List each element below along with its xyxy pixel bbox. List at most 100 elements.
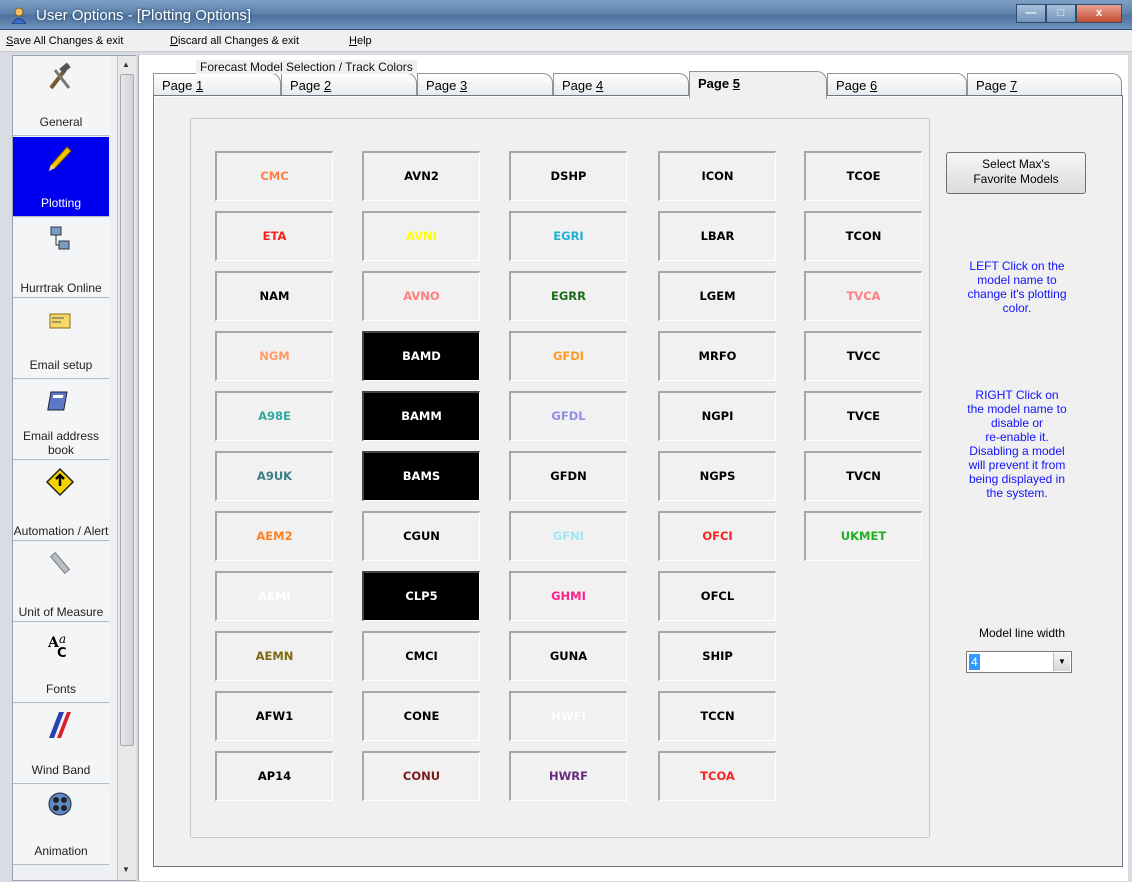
- tab-page-5[interactable]: Page 5: [689, 71, 827, 99]
- model-button-dshp[interactable]: DSHP: [509, 151, 627, 201]
- chevron-down-icon[interactable]: ▼: [1053, 653, 1070, 671]
- tab-page-1[interactable]: Page 1: [153, 73, 281, 97]
- model-button-bams[interactable]: BAMS: [362, 451, 480, 501]
- model-button-aem2[interactable]: AEM2: [215, 511, 333, 561]
- sidebar-item-unit-of-measure[interactable]: Unit of Measure: [13, 542, 109, 622]
- model-button-avno[interactable]: AVNO: [362, 271, 480, 321]
- sidebar-item-fonts[interactable]: A a C Fonts: [13, 623, 109, 703]
- tab-page-2[interactable]: Page 2: [281, 73, 417, 97]
- sidebar-item-hurrtrak-online[interactable]: Hurrtrak Online: [13, 218, 109, 298]
- close-button[interactable]: x: [1076, 4, 1122, 23]
- model-button-lgem[interactable]: LGEM: [658, 271, 776, 321]
- model-button-nam[interactable]: NAM: [215, 271, 333, 321]
- model-button-ngps[interactable]: NGPS: [658, 451, 776, 501]
- model-button-ofci[interactable]: OFCI: [658, 511, 776, 561]
- help-line: will prevent it from: [968, 458, 1066, 472]
- model-button-gfdn[interactable]: GFDN: [509, 451, 627, 501]
- model-button-tcoe[interactable]: TCOE: [804, 151, 922, 201]
- help-line: the model name to: [967, 402, 1067, 416]
- menu-discard-all-exit[interactable]: Discard all Changes & exit: [170, 35, 299, 47]
- maximize-button[interactable]: □: [1046, 4, 1076, 23]
- model-button-gfdl[interactable]: GFDL: [509, 391, 627, 441]
- sidebar-item-label: Hurrtrak Online: [20, 281, 102, 295]
- model-button-avn2[interactable]: AVN2: [362, 151, 480, 201]
- scroll-up-icon[interactable]: ▲: [122, 60, 130, 69]
- model-button-tcon[interactable]: TCON: [804, 211, 922, 261]
- model-button-cmci[interactable]: CMCI: [362, 631, 480, 681]
- model-button-hwfi[interactable]: HWFI: [509, 691, 627, 741]
- model-button-guna[interactable]: GUNA: [509, 631, 627, 681]
- select-favorite-models-button[interactable]: Select Max's Favorite Models: [946, 152, 1086, 194]
- model-button-avni[interactable]: AVNI: [362, 211, 480, 261]
- model-button-gfni[interactable]: GFNI: [509, 511, 627, 561]
- model-button-afw1[interactable]: AFW1: [215, 691, 333, 741]
- sidebar-item-email-setup[interactable]: Email setup: [13, 299, 109, 379]
- scroll-thumb[interactable]: [120, 74, 134, 746]
- model-button-aemn[interactable]: AEMN: [215, 631, 333, 681]
- model-button-tvca[interactable]: TVCA: [804, 271, 922, 321]
- tab-page-6[interactable]: Page 6: [827, 73, 967, 97]
- tab-page-4[interactable]: Page 4: [553, 73, 689, 97]
- model-button-a98e[interactable]: A98E: [215, 391, 333, 441]
- model-button-eta[interactable]: ETA: [215, 211, 333, 261]
- model-button-bamm[interactable]: BAMM: [362, 391, 480, 441]
- model-button-icon[interactable]: ICON: [658, 151, 776, 201]
- model-button-tvcn[interactable]: TVCN: [804, 451, 922, 501]
- model-button-cmc[interactable]: CMC: [215, 151, 333, 201]
- tab-page-3[interactable]: Page 3: [417, 73, 553, 97]
- model-button-egrr[interactable]: EGRR: [509, 271, 627, 321]
- svg-text:a: a: [59, 632, 66, 646]
- sidebar-item-email-address-book[interactable]: Email address book: [13, 380, 109, 460]
- scroll-down-icon[interactable]: ▼: [122, 865, 130, 874]
- model-button-cone[interactable]: CONE: [362, 691, 480, 741]
- model-button-tvce[interactable]: TVCE: [804, 391, 922, 441]
- model-button-tvcc[interactable]: TVCC: [804, 331, 922, 381]
- model-button-tcoa[interactable]: TCOA: [658, 751, 776, 801]
- svg-text:C: C: [57, 646, 67, 659]
- model-button-ap14[interactable]: AP14: [215, 751, 333, 801]
- model-button-ngpi[interactable]: NGPI: [658, 391, 776, 441]
- model-button-egri[interactable]: EGRI: [509, 211, 627, 261]
- model-button-ship[interactable]: SHIP: [658, 631, 776, 681]
- model-button-gfdi[interactable]: GFDI: [509, 331, 627, 381]
- page-tabs: Page 1 Page 2 Page 3 Page 4 Page 5 Page …: [153, 71, 1123, 99]
- model-button-cgun[interactable]: CGUN: [362, 511, 480, 561]
- model-button-aemi[interactable]: AEMI: [215, 571, 333, 621]
- minimize-button[interactable]: —: [1016, 4, 1046, 23]
- sidebar-item-wind-band[interactable]: Wind Band: [13, 704, 109, 784]
- sidebar-item-plotting[interactable]: Plotting: [13, 137, 109, 217]
- sidebar-item-label: Animation: [34, 844, 88, 858]
- sidebar-list: General Plotting Hurrtrak Online Email s…: [13, 56, 109, 880]
- sidebar-item-animation[interactable]: Animation: [13, 785, 109, 865]
- model-button-bamd[interactable]: BAMD: [362, 331, 480, 381]
- model-button-tccn[interactable]: TCCN: [658, 691, 776, 741]
- help-line: model name to: [977, 273, 1057, 287]
- help-line: color.: [1002, 301, 1032, 315]
- sidebar-item-label: Wind Band: [31, 763, 91, 777]
- model-button-a9uk[interactable]: A9UK: [215, 451, 333, 501]
- line-width-label: Model line width: [978, 626, 1066, 640]
- sidebar-item-automation-alert[interactable]: Automation / Alert: [13, 461, 109, 541]
- menu-help[interactable]: Help: [349, 35, 372, 47]
- window-controls: — □ x: [1016, 4, 1122, 23]
- model-button-ukmet[interactable]: UKMET: [804, 511, 922, 561]
- help-line: change it's plotting: [967, 287, 1067, 301]
- sidebar-item-general[interactable]: General: [13, 56, 109, 136]
- model-button-ghmi[interactable]: GHMI: [509, 571, 627, 621]
- model-button-mrfo[interactable]: MRFO: [658, 331, 776, 381]
- sidebar-scrollbar[interactable]: ▲ ▼: [117, 56, 136, 880]
- tab-page-7[interactable]: Page 7: [967, 73, 1122, 97]
- tools-icon: [49, 62, 71, 90]
- line-width-select[interactable]: 4 ▼: [966, 651, 1072, 673]
- menu-save-all-exit[interactable]: Save All Changes & exit: [6, 35, 123, 47]
- network-icon: [50, 226, 70, 250]
- model-button-clp5[interactable]: CLP5: [362, 571, 480, 621]
- model-button-conu[interactable]: CONU: [362, 751, 480, 801]
- model-button-ngm[interactable]: NGM: [215, 331, 333, 381]
- sidebar-item-label: Automation / Alert: [13, 524, 109, 538]
- model-button-ofcl[interactable]: OFCL: [658, 571, 776, 621]
- model-button-hwrf[interactable]: HWRF: [509, 751, 627, 801]
- model-button-lbar[interactable]: LBAR: [658, 211, 776, 261]
- sidebar-item-label: Email address book: [22, 429, 100, 457]
- sidebar-item-label: Email setup: [29, 358, 93, 372]
